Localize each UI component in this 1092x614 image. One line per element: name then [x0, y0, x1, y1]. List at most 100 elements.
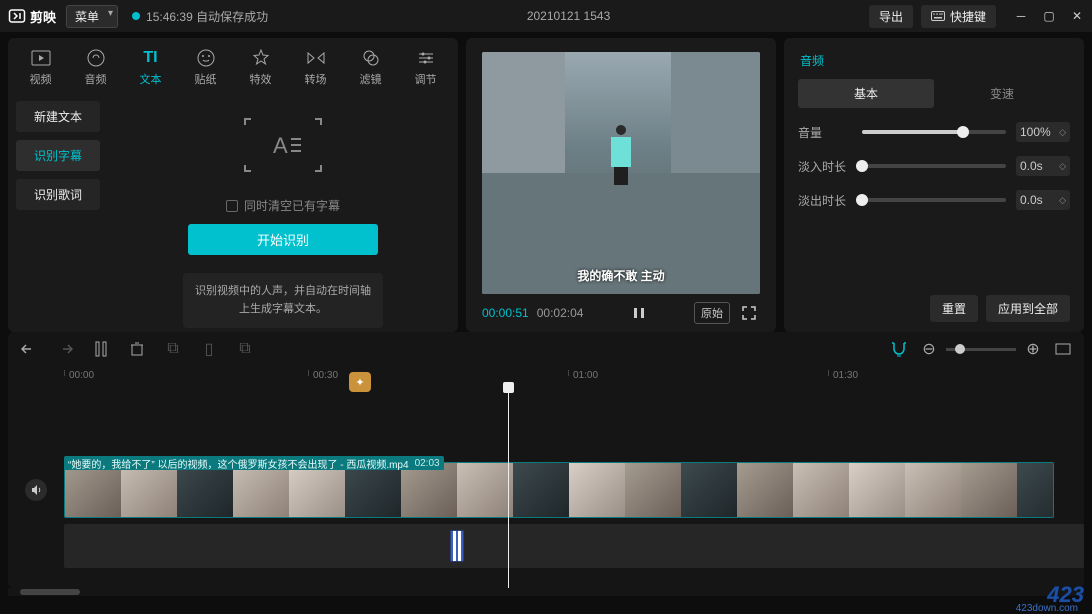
fadein-label: 淡入时长 [798, 158, 852, 175]
split-button[interactable] [92, 340, 110, 358]
adjust-icon [416, 48, 436, 68]
keyboard-icon [931, 11, 945, 21]
tab-video[interactable]: 视频 [14, 44, 67, 91]
svg-text:A: A [273, 133, 288, 158]
recognize-panel: A 同时清空已有字幕 开始识别 识别视频中的人声，并自动在时间轴上生成字幕文本。 [108, 91, 458, 332]
timeline-scrollbar[interactable] [8, 588, 1084, 596]
recognize-hint: 识别视频中的人声，并自动在时间轴上生成字幕文本。 [183, 273, 383, 328]
preview-viewport[interactable]: 我的确不敢 主动 [482, 52, 760, 294]
recognize-frame-icon: A [243, 115, 323, 175]
titlebar: 剪映 菜单 15:46:39 自动保存成功 20210121 1543 导出 快… [0, 0, 1092, 32]
clear-existing-label: 同时清空已有字幕 [244, 197, 340, 214]
audio-track [8, 524, 1084, 568]
logo-icon [8, 7, 26, 25]
props-tab-basic[interactable]: 基本 [798, 79, 934, 108]
side-new-text[interactable]: 新建文本 [16, 101, 100, 132]
apply-all-button[interactable]: 应用到全部 [986, 295, 1070, 322]
close-button[interactable]: ✕ [1070, 9, 1084, 23]
video-icon [31, 48, 51, 68]
app-name: 剪映 [30, 7, 56, 26]
side-recognize-sub[interactable]: 识别字幕 [16, 140, 100, 171]
tracks-area[interactable]: ✦ “她要的，我给不了” 以后的视频，这个俄罗斯女孩不会出现了 - 西瓜视频.m… [8, 388, 1084, 588]
ruler-mark: 01:00 [568, 370, 598, 376]
watermark-sub: 423down.com [1016, 603, 1078, 614]
current-time: 00:00:51 [482, 306, 529, 320]
tab-adjust[interactable]: 调节 [399, 44, 452, 91]
volume-slider[interactable] [862, 130, 1006, 134]
maximize-button[interactable]: ▢ [1042, 9, 1056, 23]
preview-subtitle: 我的确不敢 主动 [577, 267, 664, 284]
props-title: 音频 [798, 48, 1070, 79]
zoom-in-button[interactable]: ⊕ [1024, 340, 1042, 358]
menu-dropdown[interactable]: 菜单 [66, 5, 118, 28]
minimize-button[interactable]: ─ [1014, 9, 1028, 23]
volume-label: 音量 [798, 124, 852, 141]
autosave-indicator-icon [132, 12, 140, 20]
player-controls: 00:00:51 00:02:04 原始 [482, 294, 760, 324]
timeline: ⧉ ▯ ⧉ ⊖ ⊕ 00:00 00:30 01:00 01:30 ✦ [0, 332, 1092, 602]
redo-button[interactable] [56, 340, 74, 358]
start-recognize-button[interactable]: 开始识别 [188, 224, 378, 255]
mark-in-button[interactable]: ⧉ [164, 340, 182, 358]
tab-transition[interactable]: 转场 [289, 44, 342, 91]
track-mute-button[interactable] [25, 479, 47, 501]
ruler-mark: 01:30 [828, 370, 858, 376]
effect-icon [251, 48, 271, 68]
sticker-icon [196, 48, 216, 68]
asset-panel: 视频 音频 TI文本 贴纸 特效 转场 滤镜 调节 新建文本 识别字幕 识别歌词… [8, 38, 458, 332]
audio-clip[interactable] [450, 530, 464, 562]
fadeout-label: 淡出时长 [798, 192, 852, 209]
ruler-mark: 00:30 [308, 370, 338, 376]
fadein-value[interactable]: 0.0s◇ [1016, 156, 1070, 176]
export-button[interactable]: 导出 [869, 5, 913, 28]
fadeout-slider[interactable] [862, 198, 1006, 202]
project-name[interactable]: 20210121 1543 [268, 9, 869, 23]
shortcut-label: 快捷键 [950, 8, 986, 25]
mark-button[interactable]: ▯ [200, 340, 218, 358]
fadein-slider[interactable] [862, 164, 1006, 168]
magnet-button[interactable] [890, 340, 908, 358]
time-ruler[interactable]: 00:00 00:30 01:00 01:30 [8, 366, 1084, 388]
playhead[interactable] [508, 388, 509, 588]
autosave-status: 15:46:39 自动保存成功 [146, 8, 268, 25]
ruler-mark: 00:00 [64, 370, 94, 376]
clip-name: “她要的，我给不了” 以后的视频，这个俄罗斯女孩不会出现了 - 西瓜视频.mp4 [68, 456, 409, 471]
props-tab-speed[interactable]: 变速 [934, 79, 1070, 108]
checkbox-icon [226, 200, 238, 212]
effect-track: ✦ [8, 396, 1084, 456]
tab-effect[interactable]: 特效 [234, 44, 287, 91]
reset-button[interactable]: 重置 [930, 295, 978, 322]
audio-icon [86, 48, 106, 68]
transition-icon [306, 48, 326, 68]
tab-text[interactable]: TI文本 [124, 44, 177, 91]
text-icon: TI [141, 48, 161, 68]
preview-panel: 我的确不敢 主动 00:00:51 00:02:04 原始 [466, 38, 776, 332]
zoom-slider[interactable] [946, 348, 1016, 351]
autosave-time: 15:46:39 [146, 10, 193, 24]
delete-button[interactable] [128, 340, 146, 358]
text-side-list: 新建文本 识别字幕 识别歌词 [8, 91, 108, 332]
clear-existing-checkbox[interactable]: 同时清空已有字幕 [226, 197, 340, 214]
fadeout-value[interactable]: 0.0s◇ [1016, 190, 1070, 210]
fullscreen-button[interactable] [738, 302, 760, 324]
tab-audio[interactable]: 音频 [69, 44, 122, 91]
total-time: 00:02:04 [537, 306, 584, 320]
original-ratio-button[interactable]: 原始 [694, 302, 730, 324]
zoom-fit-button[interactable] [1054, 340, 1072, 358]
side-recognize-lyrics[interactable]: 识别歌词 [16, 179, 100, 210]
properties-panel: 音频 基本 变速 音量 100%◇ 淡入时长 0.0s◇ 淡出时长 0.0s◇ … [784, 38, 1084, 332]
clip-duration: 02:03 [415, 458, 440, 469]
volume-value[interactable]: 100%◇ [1016, 122, 1070, 142]
effect-chip[interactable]: ✦ [349, 372, 371, 392]
tab-filter[interactable]: 滤镜 [344, 44, 397, 91]
play-pause-button[interactable] [628, 302, 650, 324]
shortcut-button[interactable]: 快捷键 [921, 5, 996, 28]
tab-sticker[interactable]: 贴纸 [179, 44, 232, 91]
app-logo: 剪映 [8, 7, 56, 26]
zoom-out-button[interactable]: ⊖ [920, 340, 938, 358]
timeline-toolbar: ⧉ ▯ ⧉ ⊖ ⊕ [8, 332, 1084, 366]
mark-out-button[interactable]: ⧉ [236, 340, 254, 358]
asset-tab-strip: 视频 音频 TI文本 贴纸 特效 转场 滤镜 调节 [8, 38, 458, 91]
video-clip-label: “她要的，我给不了” 以后的视频，这个俄罗斯女孩不会出现了 - 西瓜视频.mp4… [64, 456, 444, 470]
undo-button[interactable] [20, 340, 38, 358]
